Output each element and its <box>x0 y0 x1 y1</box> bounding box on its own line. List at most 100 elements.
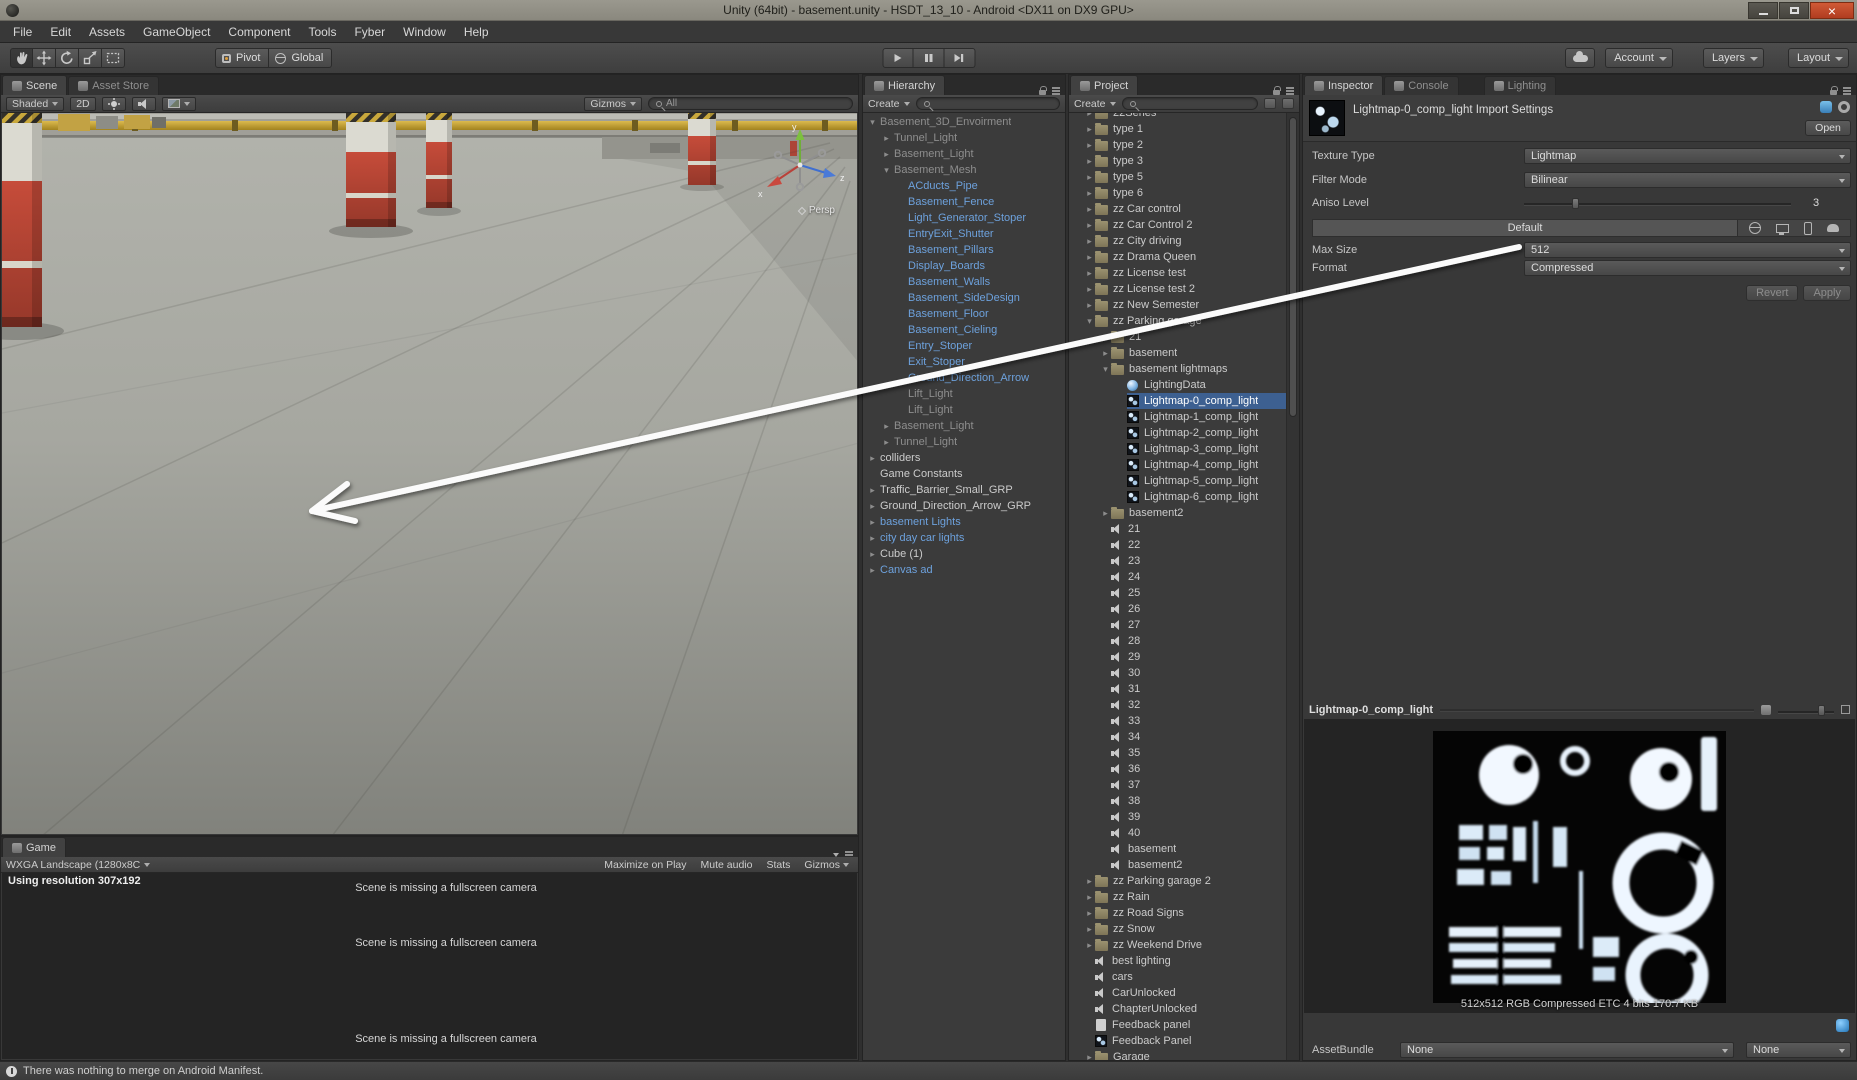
project-item[interactable]: 30 <box>1069 665 1286 681</box>
project-item[interactable]: ▾ zz Parking garage <box>1069 313 1286 329</box>
project-create-dropdown[interactable]: Create <box>1074 98 1116 110</box>
project-item[interactable]: 36 <box>1069 761 1286 777</box>
expand-arrow-icon[interactable]: ▸ <box>881 130 892 146</box>
search-by-label-icon[interactable] <box>1282 98 1294 109</box>
project-scrollbar[interactable] <box>1286 113 1299 1060</box>
aspect-ratio-dropdown[interactable]: WXGA Landscape (1280x8C <box>6 859 150 871</box>
menu-item[interactable]: Edit <box>41 21 80 42</box>
hierarchy-item[interactable]: Basement_Floor <box>863 306 1065 322</box>
scene-orientation-gizmo[interactable]: y x z <box>748 117 853 213</box>
hierarchy-item[interactable]: Basement_Fence <box>863 194 1065 210</box>
play-button[interactable] <box>882 48 913 68</box>
project-item[interactable]: Feedback Panel <box>1069 1033 1286 1049</box>
project-item[interactable]: ▸ zz Drama Queen <box>1069 249 1286 265</box>
hierarchy-item[interactable]: ▸ Cube (1) <box>863 546 1065 562</box>
tab-asset-store[interactable]: Asset Store <box>68 76 159 95</box>
preview-maximize-icon[interactable] <box>1841 705 1850 714</box>
menu-item[interactable]: File <box>4 21 41 42</box>
aniso-level-slider[interactable] <box>1524 195 1791 211</box>
scene-audio-toggle[interactable] <box>132 97 156 111</box>
layout-dropdown[interactable]: Layout <box>1788 48 1849 68</box>
hierarchy-item[interactable]: Entry_Stoper <box>863 338 1065 354</box>
hierarchy-item[interactable]: EntryExit_Shutter <box>863 226 1065 242</box>
hierarchy-item[interactable]: ▸ Ground_Direction_Arrow_GRP <box>863 498 1065 514</box>
game-viewport[interactable]: Using resolution 307x192 Scene is missin… <box>2 873 857 1059</box>
project-item[interactable]: ▸ 21 <box>1069 329 1286 345</box>
project-item[interactable]: ▸ zz Weekend Drive <box>1069 937 1286 953</box>
project-item[interactable]: 26 <box>1069 601 1286 617</box>
project-item[interactable]: 21 <box>1069 521 1286 537</box>
hierarchy-item[interactable]: ▸ Basement_Light <box>863 146 1065 162</box>
expand-arrow-icon[interactable]: ▸ <box>1100 345 1111 361</box>
expand-arrow-icon[interactable]: ▸ <box>867 546 878 562</box>
project-item[interactable]: basement <box>1069 841 1286 857</box>
project-item[interactable]: 31 <box>1069 681 1286 697</box>
expand-arrow-icon[interactable]: ▸ <box>1084 169 1095 185</box>
scene-search-input[interactable]: All <box>648 97 853 110</box>
project-item[interactable]: ▸ zz New Semester <box>1069 297 1286 313</box>
settings-gear-icon[interactable] <box>1838 101 1850 113</box>
project-item[interactable]: 34 <box>1069 729 1286 745</box>
project-item[interactable]: 25 <box>1069 585 1286 601</box>
menu-item[interactable]: Tools <box>299 21 345 42</box>
hierarchy-item[interactable]: ▸ Tunnel_Light <box>863 434 1065 450</box>
scrollbar-thumb[interactable] <box>1289 117 1297 417</box>
panel-menu-icon[interactable] <box>1843 90 1851 92</box>
hand-tool-button[interactable] <box>10 48 33 68</box>
project-item[interactable]: cars <box>1069 969 1286 985</box>
project-item[interactable]: 24 <box>1069 569 1286 585</box>
hierarchy-item[interactable]: Basement_Pillars <box>863 242 1065 258</box>
expand-arrow-icon[interactable]: ▸ <box>1084 137 1095 153</box>
hierarchy-item[interactable]: ▸ colliders <box>863 450 1065 466</box>
expand-arrow-icon[interactable]: ▸ <box>1084 281 1095 297</box>
project-item[interactable]: Lightmap-1_comp_light <box>1069 409 1286 425</box>
hierarchy-item[interactable]: Basement_SideDesign <box>863 290 1065 306</box>
project-item[interactable]: ▸ type 1 <box>1069 121 1286 137</box>
draw-mode-dropdown[interactable]: Shaded <box>6 97 64 111</box>
project-item[interactable]: basement2 <box>1069 857 1286 873</box>
project-item[interactable]: 32 <box>1069 697 1286 713</box>
expand-arrow-icon[interactable]: ▸ <box>1084 201 1095 217</box>
expand-arrow-icon[interactable]: ▸ <box>867 562 878 578</box>
expand-arrow-icon[interactable]: ▸ <box>1084 153 1095 169</box>
layers-dropdown[interactable]: Layers <box>1703 48 1764 68</box>
panel-menu-icon[interactable] <box>1052 90 1060 92</box>
hierarchy-item[interactable]: ▸ Basement_Light <box>863 418 1065 434</box>
project-item[interactable]: ChapterUnlocked <box>1069 1001 1286 1017</box>
project-item[interactable]: ▸ type 5 <box>1069 169 1286 185</box>
game-gizmos-dropdown[interactable]: Gizmos <box>800 859 853 871</box>
filter-mode-dropdown[interactable]: Bilinear <box>1524 172 1851 188</box>
assetbundle-dropdown[interactable]: None <box>1400 1042 1734 1058</box>
open-button[interactable]: Open <box>1805 120 1851 136</box>
project-item[interactable]: ▸ zz Road Signs <box>1069 905 1286 921</box>
expand-arrow-icon[interactable]: ▸ <box>1084 921 1095 937</box>
platform-android-icon[interactable] <box>1827 224 1839 232</box>
expand-arrow-icon[interactable]: ▾ <box>1084 313 1095 329</box>
expand-arrow-icon[interactable]: ▸ <box>881 146 892 162</box>
texture-type-dropdown[interactable]: Lightmap <box>1524 148 1851 164</box>
help-icon[interactable] <box>1820 101 1832 113</box>
format-dropdown[interactable]: Compressed <box>1524 260 1851 276</box>
preview-rgb-icon[interactable] <box>1761 705 1771 715</box>
project-item[interactable]: 35 <box>1069 745 1286 761</box>
scene-lighting-toggle[interactable] <box>102 97 126 111</box>
expand-arrow-icon[interactable]: ▸ <box>1084 265 1095 281</box>
panel-menu-icon[interactable] <box>845 854 853 856</box>
platform-ios-icon[interactable] <box>1804 222 1812 235</box>
mute-audio-toggle[interactable]: Mute audio <box>697 859 757 871</box>
project-item[interactable]: ▸ zz City driving <box>1069 233 1286 249</box>
project-item[interactable]: ▸ Garage <box>1069 1049 1286 1060</box>
2d-toggle[interactable]: 2D <box>70 97 95 111</box>
hierarchy-search-input[interactable] <box>916 97 1060 110</box>
project-item[interactable]: 38 <box>1069 793 1286 809</box>
expand-arrow-icon[interactable]: ▸ <box>867 450 878 466</box>
platform-default-tab[interactable]: Default <box>1313 220 1738 236</box>
panel-menu-icon[interactable] <box>1286 90 1294 92</box>
menu-item[interactable]: GameObject <box>134 21 219 42</box>
hierarchy-item[interactable]: Exit_Stoper <box>863 354 1065 370</box>
project-item[interactable]: 33 <box>1069 713 1286 729</box>
rotate-tool-button[interactable] <box>56 48 79 68</box>
menu-item[interactable]: Help <box>455 21 498 42</box>
account-dropdown[interactable]: Account <box>1605 48 1673 68</box>
project-item[interactable]: ▸ type 2 <box>1069 137 1286 153</box>
